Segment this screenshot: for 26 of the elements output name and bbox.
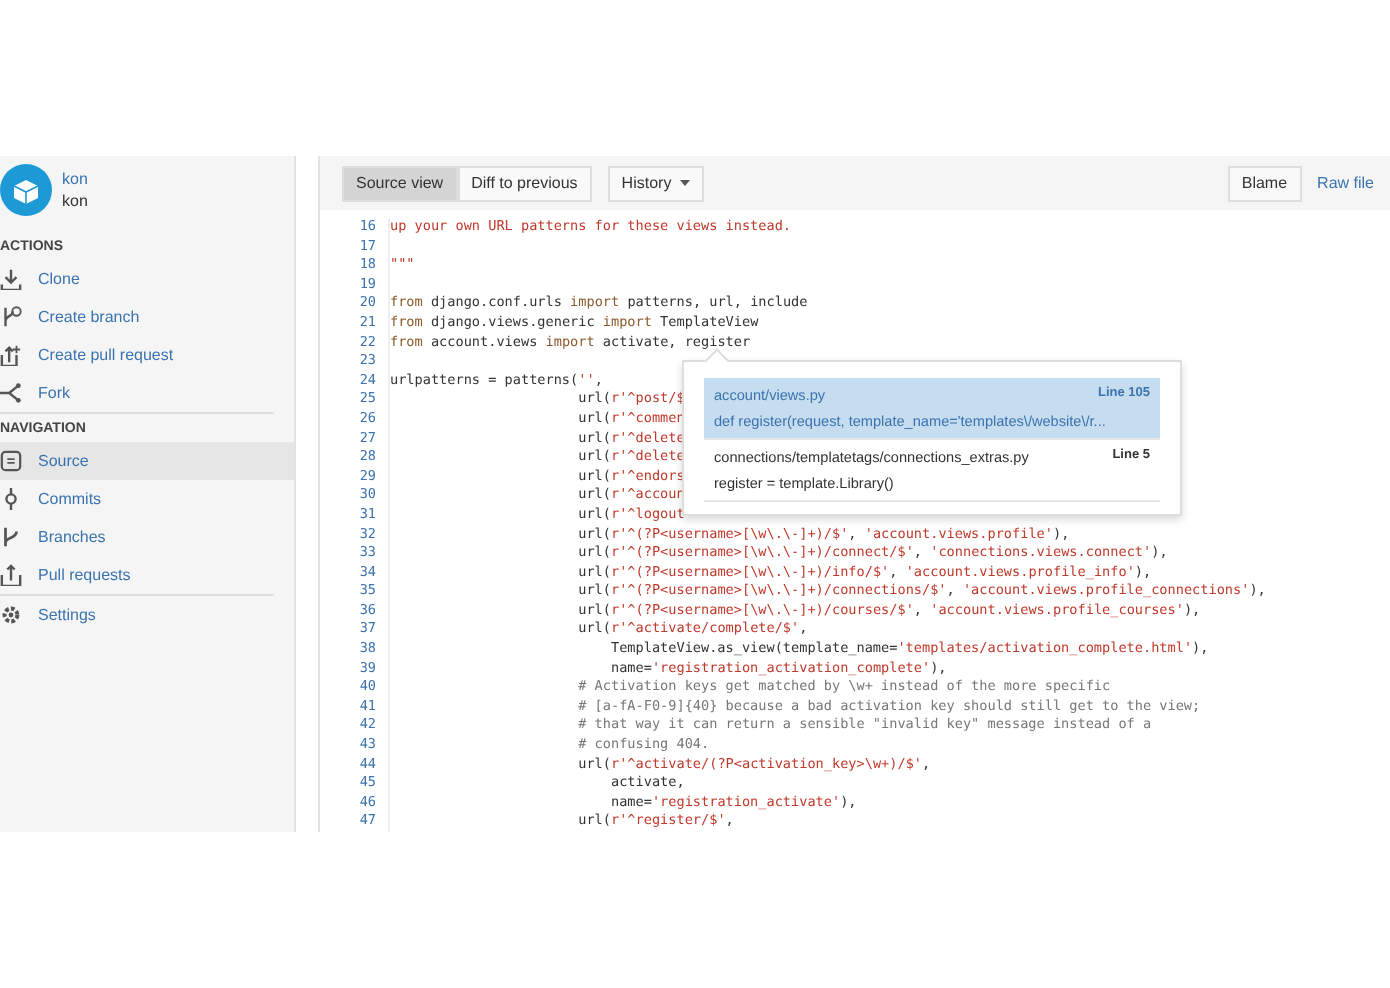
sidebar-item[interactable]: Clone (0, 260, 294, 298)
upload-add-icon (0, 344, 22, 366)
blame-button[interactable]: Blame (1227, 165, 1302, 201)
fork-icon (0, 382, 22, 404)
sidebar-item[interactable]: Source (0, 442, 294, 480)
sidebar-item[interactable]: Create branch (0, 298, 294, 336)
upload-icon (0, 564, 22, 586)
caret-icon (679, 180, 690, 186)
raw-file-link[interactable]: Raw file (1317, 174, 1374, 192)
document-icon (0, 450, 22, 472)
sidebar-item[interactable]: Settings (0, 596, 294, 634)
sidebar-item[interactable]: Fork (0, 374, 294, 412)
settings-icon (0, 604, 22, 626)
sidebar-item[interactable]: Commits (0, 480, 294, 518)
commit-icon (0, 488, 22, 510)
view-tab[interactable]: Diff to previous (457, 165, 592, 201)
user-name-link[interactable]: kon (62, 168, 88, 190)
sidebar-item[interactable]: Branches (0, 518, 294, 556)
download-icon (0, 268, 22, 290)
sidebar-item[interactable]: Create pull request (0, 336, 294, 374)
branch-icon (0, 526, 22, 548)
view-tab[interactable]: Source view (342, 165, 458, 201)
branch-add-icon (0, 306, 22, 328)
history-dropdown[interactable]: History (607, 165, 704, 201)
username-text: kon (62, 190, 88, 212)
sidebar-item[interactable]: Pull requests (0, 556, 294, 594)
